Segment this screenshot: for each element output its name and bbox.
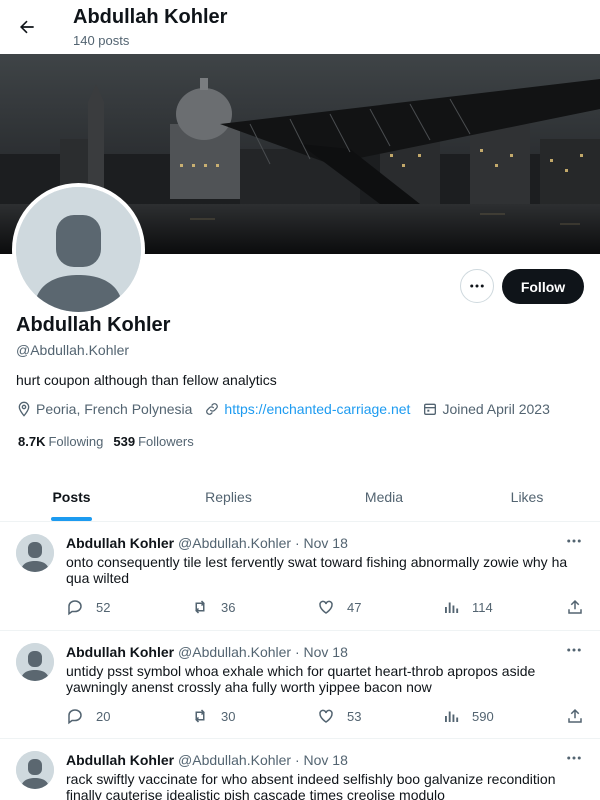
reply-count: 20: [96, 708, 111, 724]
followers-link[interactable]: 539 Followers: [113, 434, 193, 449]
repost-count: 36: [221, 599, 236, 615]
post-date[interactable]: · Nov 18: [295, 644, 348, 660]
views-button[interactable]: 114: [442, 598, 493, 616]
post-avatar[interactable]: [16, 534, 54, 572]
top-bar: Abdullah Kohler 140 posts: [0, 0, 600, 54]
post-item[interactable]: Abdullah Kohler @Abdullah.Kohler · Nov 1…: [0, 522, 600, 631]
followers-count: 539: [113, 434, 136, 449]
repost-icon: [195, 600, 205, 614]
reply-icon: [68, 709, 82, 725]
profile-bio: hurt coupon although than fellow analyti…: [16, 372, 277, 388]
reply-count: 52: [96, 599, 111, 615]
avatar-placeholder-icon: [16, 534, 54, 572]
like-icon: [319, 600, 333, 614]
tab-media[interactable]: Media: [314, 472, 454, 521]
profile-location: Peoria, French Polynesia: [16, 401, 192, 417]
profile-handle: @Abdullah.Kohler: [16, 342, 130, 358]
share-button[interactable]: [566, 598, 596, 616]
post-author-name[interactable]: Abdullah Kohler: [66, 535, 174, 551]
like-icon: [319, 709, 333, 723]
tab-likes[interactable]: Likes: [454, 472, 600, 521]
active-tab-indicator: [51, 517, 92, 521]
tab-posts[interactable]: Posts: [0, 472, 143, 521]
follow-counts: 8.7K Following 539 Followers: [18, 434, 204, 449]
followers-label: Followers: [138, 434, 194, 449]
post-author-handle: @Abdullah.Kohler: [178, 644, 292, 660]
post-item[interactable]: Abdullah Kohler @Abdullah.Kohler · Nov 1…: [0, 739, 600, 800]
avatar-placeholder-icon: [16, 751, 54, 789]
more-icon: [470, 284, 484, 288]
post-date[interactable]: · Nov 18: [295, 752, 348, 768]
post-avatar[interactable]: [16, 751, 54, 789]
post-author-handle: @Abdullah.Kohler: [178, 752, 292, 768]
profile-tabs: Posts Replies Media Likes: [0, 472, 600, 522]
post-text: onto consequently tile lest fervently sw…: [66, 554, 568, 586]
like-button[interactable]: 47: [317, 598, 361, 616]
more-options-button[interactable]: [460, 269, 494, 303]
post-header: Abdullah Kohler @Abdullah.Kohler · Nov 1…: [66, 535, 348, 551]
repost-icon: [195, 709, 205, 723]
repost-count: 30: [221, 708, 236, 724]
profile-website: https://enchanted-carriage.net: [204, 401, 410, 417]
views-count: 114: [472, 599, 493, 615]
following-label: Following: [48, 434, 104, 449]
post-date[interactable]: · Nov 18: [295, 535, 348, 551]
post-more-button[interactable]: [565, 532, 583, 555]
repost-button[interactable]: 36: [191, 598, 235, 616]
like-count: 53: [347, 708, 362, 724]
profile-joined: Joined April 2023: [422, 401, 550, 417]
following-count: 8.7K: [18, 434, 46, 449]
profile-name: Abdullah Kohler: [16, 314, 171, 336]
share-icon: [568, 708, 582, 723]
repost-button[interactable]: 30: [191, 707, 235, 725]
post-text: untidy psst symbol whoa exhale which for…: [66, 663, 536, 695]
back-button[interactable]: [12, 12, 42, 42]
reply-button[interactable]: 52: [66, 598, 110, 616]
post-author-name[interactable]: Abdullah Kohler: [66, 752, 174, 768]
location-icon: [18, 401, 30, 417]
profile-meta: Peoria, French Polynesia https://enchant…: [16, 400, 562, 418]
joined-text: Joined April 2023: [442, 401, 550, 417]
tab-replies[interactable]: Replies: [143, 472, 314, 521]
post-item[interactable]: Abdullah Kohler @Abdullah.Kohler · Nov 1…: [0, 631, 600, 739]
location-text: Peoria, French Polynesia: [36, 401, 193, 417]
post-header: Abdullah Kohler @Abdullah.Kohler · Nov 1…: [66, 644, 348, 660]
website-link[interactable]: https://enchanted-carriage.net: [224, 401, 410, 417]
like-count: 47: [347, 599, 362, 615]
more-icon: [567, 539, 581, 543]
header-title: Abdullah Kohler: [73, 6, 228, 28]
reply-icon: [68, 600, 82, 616]
avatar-placeholder-icon: [16, 187, 141, 312]
reply-button[interactable]: 20: [66, 707, 110, 725]
post-author-handle: @Abdullah.Kohler: [178, 535, 292, 551]
back-arrow-icon: [20, 20, 34, 34]
post-text: rack swiftly vaccinate for who absent in…: [66, 771, 556, 800]
follow-button[interactable]: Follow: [502, 269, 584, 304]
share-button[interactable]: [566, 707, 596, 725]
views-icon: [445, 602, 459, 613]
post-author-name[interactable]: Abdullah Kohler: [66, 644, 174, 660]
following-link[interactable]: 8.7K Following: [18, 434, 103, 449]
calendar-icon: [424, 403, 437, 415]
post-more-button[interactable]: [565, 749, 583, 772]
header-post-count: 140 posts: [73, 33, 130, 48]
post-header: Abdullah Kohler @Abdullah.Kohler · Nov 1…: [66, 752, 348, 768]
avatar-placeholder-icon: [16, 643, 54, 681]
post-more-button[interactable]: [565, 641, 583, 664]
more-icon: [567, 756, 581, 760]
views-button[interactable]: 590: [442, 707, 494, 725]
views-icon: [445, 711, 459, 722]
share-icon: [568, 599, 582, 614]
views-count: 590: [472, 708, 494, 724]
post-avatar[interactable]: [16, 643, 54, 681]
link-icon: [206, 403, 219, 415]
more-icon: [567, 648, 581, 652]
like-button[interactable]: 53: [317, 707, 361, 725]
profile-avatar[interactable]: [12, 183, 145, 316]
